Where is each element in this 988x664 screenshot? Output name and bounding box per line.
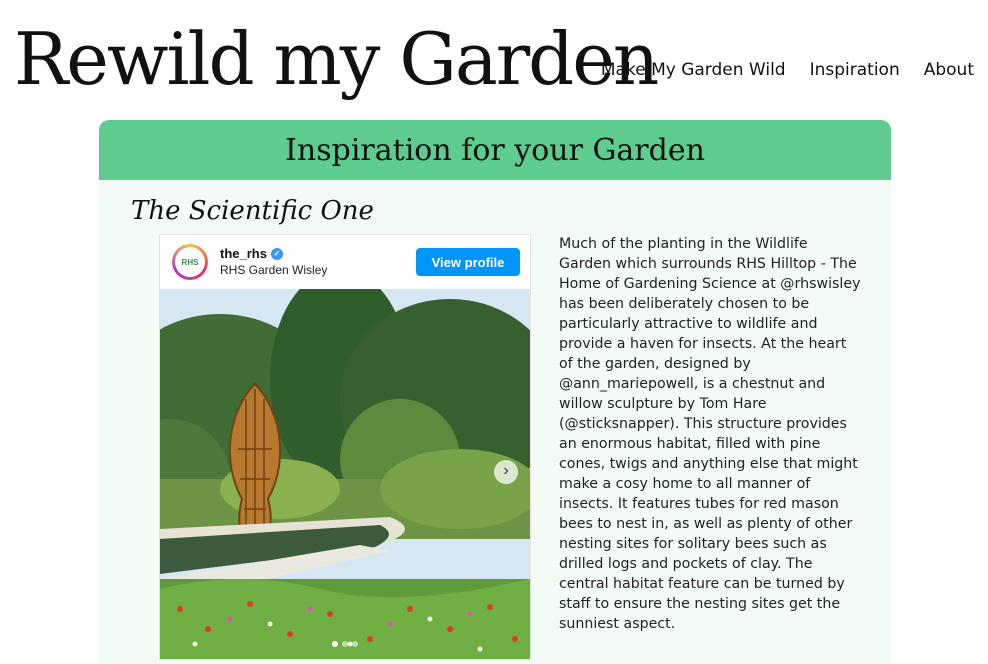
- section-title: The Scientific One: [131, 196, 374, 226]
- main-content: Inspiration for your Garden The Scientif…: [99, 120, 891, 664]
- instagram-embed: RHS the_rhs ✓ RHS Garden Wisley View pro…: [159, 234, 531, 660]
- garden-photo-illustration: [160, 289, 530, 659]
- page-banner: Inspiration for your Garden: [99, 120, 891, 180]
- embed-header: RHS the_rhs ✓ RHS Garden Wisley View pro…: [160, 235, 530, 289]
- main-nav: Make My Garden Wild Inspiration About: [601, 60, 974, 80]
- username-text: the_rhs: [220, 246, 267, 261]
- nav-inspiration[interactable]: Inspiration: [810, 60, 900, 80]
- site-logo[interactable]: Rewild my Garden: [14, 14, 659, 104]
- carousel-dot: [342, 641, 348, 647]
- view-profile-button[interactable]: View profile: [416, 248, 520, 276]
- verified-badge-icon: ✓: [270, 247, 283, 260]
- site-header: Rewild my Garden Make My Garden Wild Ins…: [0, 0, 988, 118]
- garden-description: Much of the planting in the Wildlife Gar…: [559, 236, 861, 632]
- avatar-logo: RHS: [175, 247, 205, 277]
- carousel-dot: [352, 641, 358, 647]
- nav-make-my-garden-wild[interactable]: Make My Garden Wild: [601, 60, 786, 80]
- carousel-dot: [332, 641, 338, 647]
- embed-user: the_rhs ✓ RHS Garden Wisley: [220, 246, 327, 277]
- page-title: Inspiration for your Garden: [285, 132, 705, 168]
- post-image[interactable]: ›: [160, 289, 530, 659]
- location-text: RHS Garden Wisley: [220, 263, 328, 277]
- next-slide-icon[interactable]: ›: [494, 460, 518, 484]
- avatar[interactable]: RHS: [172, 244, 208, 280]
- carousel-dots: [160, 641, 530, 647]
- nav-about[interactable]: About: [924, 60, 974, 80]
- username[interactable]: the_rhs ✓: [220, 246, 327, 261]
